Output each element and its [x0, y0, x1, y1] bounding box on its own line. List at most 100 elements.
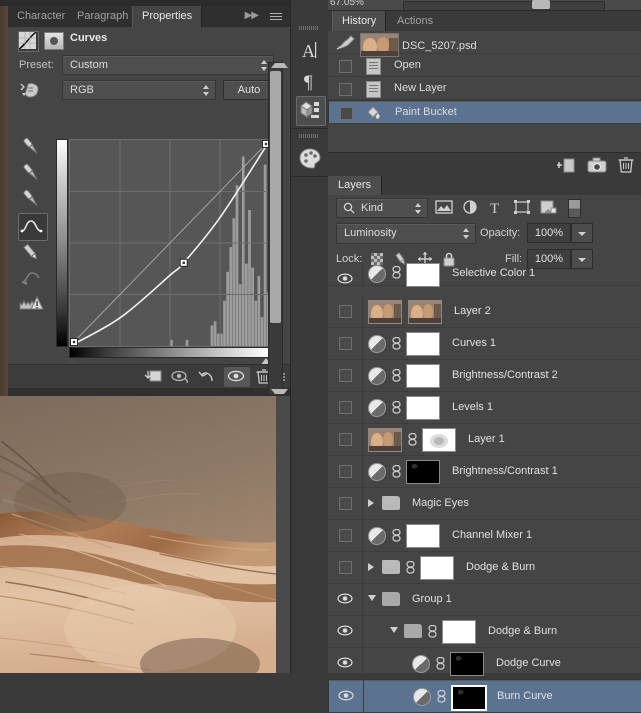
opacity-dropdown-button[interactable]	[571, 223, 593, 243]
layer-visibility-toggle[interactable]	[328, 391, 363, 423]
properties-panel-icon[interactable]	[296, 96, 326, 126]
layer-mask-thumbnail[interactable]	[451, 685, 487, 711]
layer-row[interactable]: Selective Color 1	[328, 263, 641, 286]
history-state-row[interactable]: Paint Bucket	[328, 100, 641, 124]
link-mask-icon[interactable]	[392, 369, 401, 382]
filter-type-icon[interactable]: T	[486, 199, 508, 216]
scroll-up-arrow[interactable]	[271, 63, 288, 68]
filter-kind-select[interactable]: Kind	[336, 198, 428, 218]
layer-visibility-toggle[interactable]	[328, 423, 363, 455]
layer-row[interactable]: Brightness/Contrast 1	[328, 455, 641, 488]
adjustment-layer-thumbnail[interactable]	[368, 367, 386, 385]
chevron-down-icon[interactable]	[368, 595, 376, 601]
reset-adjustment-icon[interactable]	[196, 367, 222, 387]
tab-actions[interactable]: Actions	[388, 11, 442, 31]
adjustment-layer-thumbnail[interactable]	[368, 527, 386, 545]
delete-state-icon[interactable]	[616, 156, 636, 174]
dock-grip[interactable]	[299, 26, 319, 30]
filter-smart-object-icon[interactable]	[538, 199, 560, 216]
smooth-curve-tool[interactable]	[18, 267, 46, 293]
layer-mask-thumbnail[interactable]	[44, 32, 64, 50]
options-slider-knob[interactable]	[532, 0, 550, 9]
tab-layers[interactable]: Layers	[328, 176, 382, 195]
link-mask-icon[interactable]	[406, 561, 415, 574]
sample-black-point-eyedropper[interactable]	[18, 135, 46, 161]
layer-row[interactable]: Brightness/Contrast 2	[328, 359, 641, 392]
create-document-from-state-icon[interactable]	[556, 156, 578, 174]
layer-visibility-checkbox[interactable]	[339, 561, 352, 574]
layer-row[interactable]: Curves 1	[328, 327, 641, 360]
paragraph-panel-icon[interactable]: ¶	[296, 66, 324, 94]
layer-mask-thumbnail[interactable]	[406, 524, 440, 548]
layer-row[interactable]: Group 1	[328, 583, 641, 616]
layer-mask-thumbnail[interactable]	[422, 428, 456, 452]
layer-row[interactable]: Magic Eyes	[328, 487, 641, 520]
layer-row[interactable]: Levels 1	[328, 391, 641, 424]
history-snapshot-row[interactable]: DSC_5207.psd	[328, 31, 641, 54]
properties-scrollbar[interactable]	[268, 62, 283, 396]
opacity-input[interactable]: 100%	[527, 223, 571, 243]
dock-grip-2[interactable]	[299, 134, 319, 138]
double-chevron-right-icon[interactable]: ▶▶	[245, 10, 258, 21]
adjustment-layer-thumbnail[interactable]	[368, 335, 386, 353]
link-mask-icon[interactable]	[392, 401, 401, 414]
layer-row[interactable]: Channel Mixer 1	[328, 519, 641, 552]
filter-shape-icon[interactable]	[512, 199, 534, 216]
layer-mask-thumbnail[interactable]	[406, 364, 440, 388]
link-mask-icon[interactable]	[392, 465, 401, 478]
layer-visibility-toggle[interactable]	[328, 615, 363, 647]
layer-mask-thumbnail[interactable]	[408, 300, 442, 324]
layer-mask-thumbnail[interactable]	[406, 263, 440, 287]
blend-mode-select[interactable]: Luminosity	[336, 223, 476, 244]
layer-mask-thumbnail[interactable]	[406, 396, 440, 420]
layer-visibility-checkbox[interactable]	[339, 369, 352, 382]
layer-visibility-checkbox[interactable]	[339, 497, 352, 510]
tab-character[interactable]: Character	[8, 6, 74, 27]
horizontal-resize-grip[interactable]	[120, 390, 172, 394]
layer-visibility-checkbox[interactable]	[339, 337, 352, 350]
draw-pencil-curve-tool[interactable]	[18, 241, 46, 267]
canvas-scrollbar-area[interactable]	[276, 396, 290, 673]
layer-mask-thumbnail[interactable]	[450, 652, 484, 676]
history-state-row[interactable]: Open	[328, 54, 641, 77]
history-state-checkbox[interactable]	[340, 107, 353, 120]
curve-plot-area[interactable]	[69, 139, 271, 347]
create-new-snapshot-icon[interactable]	[586, 156, 608, 174]
layer-visibility-toggle[interactable]	[328, 359, 363, 391]
adjustment-layer-thumbnail[interactable]	[368, 399, 386, 417]
type-panel-icon[interactable]: A	[296, 36, 324, 64]
layer-mask-thumbnail[interactable]	[420, 556, 454, 580]
chevron-right-icon[interactable]	[368, 563, 374, 571]
link-mask-icon[interactable]	[392, 266, 401, 279]
swatches-panel-icon[interactable]	[296, 144, 324, 172]
layer-visibility-toggle[interactable]	[329, 680, 364, 712]
layer-visibility-checkbox[interactable]	[339, 433, 352, 446]
options-slider-track[interactable]	[403, 1, 605, 11]
layer-visibility-checkbox[interactable]	[339, 305, 352, 318]
filter-toggle-switch[interactable]	[568, 199, 581, 218]
adjustment-layer-thumbnail[interactable]	[413, 688, 431, 706]
layer-visibility-toggle[interactable]	[328, 327, 363, 359]
layer-mask-thumbnail[interactable]	[406, 460, 440, 484]
filter-adjustment-icon[interactable]	[460, 199, 482, 216]
sample-white-point-eyedropper[interactable]	[18, 187, 46, 213]
layer-mask-thumbnail[interactable]	[406, 332, 440, 356]
layer-visibility-checkbox[interactable]	[339, 401, 352, 414]
link-mask-icon[interactable]	[428, 625, 437, 638]
link-mask-icon[interactable]	[437, 690, 446, 703]
edit-points-curve-tool[interactable]	[18, 213, 48, 241]
layer-row[interactable]: Dodge Curve	[328, 647, 641, 680]
layer-visibility-toggle[interactable]	[328, 263, 363, 285]
clip-to-layer-icon[interactable]	[140, 367, 166, 387]
clipping-warning-icon[interactable]	[18, 293, 46, 319]
adjustment-layer-thumbnail[interactable]	[368, 265, 386, 283]
link-mask-icon[interactable]	[408, 433, 417, 446]
chevron-right-icon[interactable]	[368, 499, 374, 507]
layer-visibility-toggle[interactable]	[328, 295, 363, 327]
link-mask-icon[interactable]	[392, 337, 401, 350]
channel-select[interactable]: RGB	[62, 80, 216, 100]
on-image-adjust-icon[interactable]	[20, 81, 42, 99]
sample-gray-point-eyedropper[interactable]	[18, 161, 46, 187]
preset-select[interactable]: Custom	[62, 55, 274, 75]
curves-graph[interactable]	[56, 139, 272, 361]
